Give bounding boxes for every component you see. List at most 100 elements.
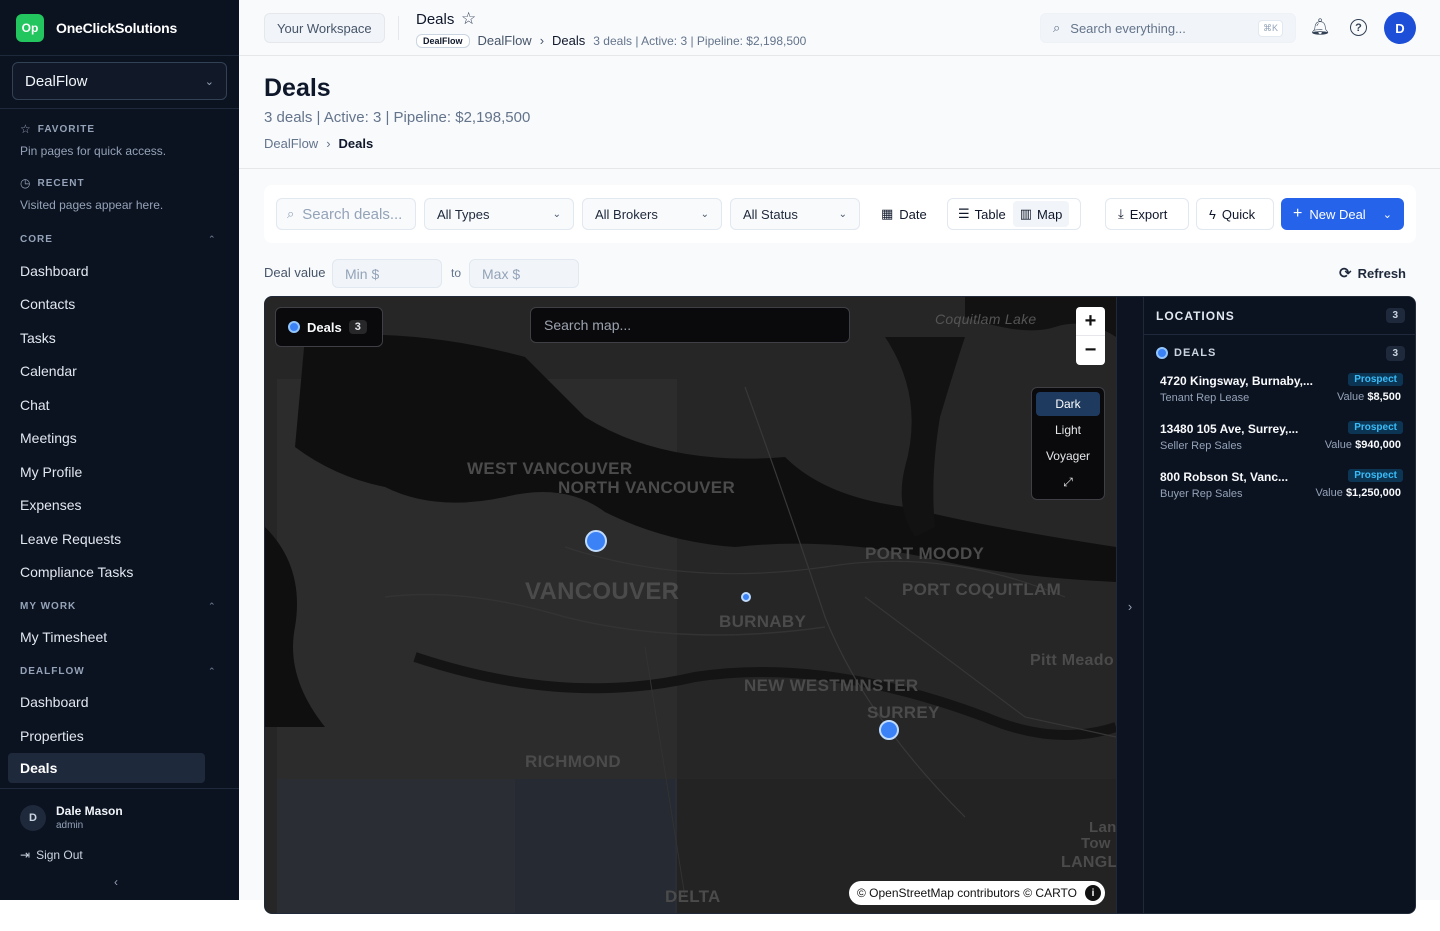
view-table-button[interactable]: ☰ Table: [951, 201, 1013, 227]
sidebar-item-calendar[interactable]: Calendar: [8, 356, 205, 386]
user-name: Dale Mason: [56, 804, 123, 818]
sidebar-item-dealflow-dashboard[interactable]: Dashboard: [8, 687, 205, 717]
map-canvas[interactable]: Coquitlam Lake WEST VANCOUVER NORTH VANC…: [265, 297, 1116, 913]
refresh-icon: ⟳: [1339, 265, 1352, 282]
chevron-up-icon: ⌃: [208, 601, 217, 611]
locations-title: LOCATIONS: [1156, 308, 1235, 323]
map-place-label: DELTA: [665, 887, 721, 906]
sidebar-item-properties[interactable]: Properties: [8, 721, 205, 751]
workspace-select[interactable]: DealFlow ⌄: [12, 62, 227, 100]
sidebar-item-tasks[interactable]: Tasks: [8, 323, 205, 353]
help-icon[interactable]: ?: [1350, 19, 1367, 36]
map-base-layer: [265, 297, 1116, 913]
quick-button[interactable]: ϟ Quick: [1196, 198, 1274, 230]
style-voyager-option[interactable]: Voyager: [1036, 444, 1100, 468]
dealflow-caption: DEALFLOW: [20, 666, 85, 677]
sidebar-item-meetings[interactable]: Meetings: [8, 423, 205, 453]
deal-type: Tenant Rep Lease: [1160, 392, 1250, 404]
my-work-caption: MY WORK: [20, 601, 77, 612]
min-value-input[interactable]: Min $: [332, 259, 442, 288]
user-panel: D Dale Mason admin ⇥ Sign Out ‹: [0, 788, 239, 900]
deal-type: Buyer Rep Sales: [1160, 488, 1243, 500]
sidebar-item-contacts[interactable]: Contacts: [8, 289, 205, 319]
new-deal-button[interactable]: + New Deal ⌄: [1281, 198, 1404, 230]
bell-icon[interactable]: 🔔︎: [1310, 17, 1330, 37]
sidebar-item-expenses[interactable]: Expenses: [8, 490, 205, 520]
date-filter-label: Date: [899, 206, 927, 222]
view-toggle: ☰ Table ▥ Map: [947, 198, 1081, 230]
deal-value-amount: $8,500: [1367, 391, 1401, 403]
map-search-input[interactable]: Search map...: [530, 307, 850, 343]
dealflow-section-toggle[interactable]: DEALFLOW ⌃: [20, 666, 220, 677]
sidebar-item-my-profile[interactable]: My Profile: [8, 457, 205, 487]
page-breadcrumb-parent[interactable]: DealFlow: [264, 136, 318, 151]
core-section-toggle[interactable]: CORE ⌃: [20, 234, 220, 245]
new-deal-label: New Deal: [1309, 206, 1366, 222]
map-style-switcher: Dark Light Voyager ⤢: [1031, 387, 1105, 500]
chevron-down-icon: ⌄: [1382, 208, 1392, 221]
expand-icon[interactable]: ⤢: [1036, 470, 1100, 494]
favorite-caption: ☆ FAVORITE: [20, 122, 95, 136]
sidebar-item-compliance-tasks[interactable]: Compliance Tasks: [8, 557, 205, 587]
style-light-option[interactable]: Light: [1036, 418, 1100, 442]
search-icon: ⌕: [1053, 20, 1061, 35]
info-icon[interactable]: i: [1085, 885, 1101, 901]
status-filter-select[interactable]: All Status ⌄: [730, 198, 860, 230]
max-value-input[interactable]: Max $: [469, 259, 579, 288]
deal-value-amount: $940,000: [1355, 439, 1401, 451]
recent-caption-text: RECENT: [37, 177, 85, 189]
breadcrumb-parent[interactable]: DealFlow: [478, 33, 532, 48]
view-map-button[interactable]: ▥ Map: [1012, 201, 1070, 227]
my-work-section-toggle[interactable]: MY WORK ⌃: [20, 601, 220, 612]
deals-group-count: 3: [1386, 345, 1405, 361]
status-badge: Prospect: [1348, 421, 1403, 434]
chevron-down-icon: ⌄: [552, 208, 561, 220]
header-divider: [239, 168, 1440, 169]
zoom-out-button[interactable]: −: [1076, 336, 1105, 365]
core-caption: CORE: [20, 234, 53, 245]
deals-group-header[interactable]: DEALS 3: [1144, 335, 1415, 371]
deal-value-label: Deal value: [264, 265, 326, 280]
your-workspace-button[interactable]: Your Workspace: [264, 13, 385, 43]
breadcrumb-current: Deals: [552, 33, 586, 48]
deal-marker-robson[interactable]: [585, 530, 607, 552]
export-button[interactable]: ⤓ Export: [1105, 198, 1189, 230]
sidebar-item-dashboard[interactable]: Dashboard: [8, 256, 205, 286]
deal-marker-surrey[interactable]: [879, 720, 899, 740]
map-place-label: Lan: [1089, 819, 1116, 836]
global-search[interactable]: ⌕ Search everything... ⌘K: [1040, 13, 1296, 43]
sidebar-item-chat[interactable]: Chat: [8, 390, 205, 420]
favorite-hint: Pin pages for quick access.: [20, 144, 167, 158]
quick-label: Quick: [1221, 206, 1256, 222]
sign-out-button[interactable]: ⇥ Sign Out: [20, 848, 83, 862]
avatar[interactable]: D: [20, 805, 46, 831]
deal-search-input[interactable]: ⌕ Search deals...: [276, 198, 416, 230]
attribution-text[interactable]: © OpenStreetMap contributors © CARTO: [857, 886, 1077, 900]
style-dark-option[interactable]: Dark: [1036, 392, 1100, 416]
app-logo[interactable]: Op: [16, 13, 44, 42]
zoom-in-button[interactable]: +: [1076, 307, 1105, 336]
deal-value: Value $940,000: [1325, 439, 1401, 451]
locations-panel: LOCATIONS 3 DEALS 3 4720 Kingsway, Burna…: [1144, 297, 1415, 913]
list-item[interactable]: 4720 Kingsway, Burnaby,... Tenant Rep Le…: [1144, 371, 1415, 419]
range-to-label: to: [451, 266, 462, 280]
sidebar-item-leave-requests[interactable]: Leave Requests: [8, 524, 205, 554]
broker-filter-value: All Brokers: [595, 206, 658, 222]
locations-header: LOCATIONS 3: [1144, 297, 1415, 335]
list-item[interactable]: 13480 105 Ave, Surrey,... Seller Rep Sal…: [1144, 419, 1415, 467]
date-filter-button[interactable]: ▦ Date: [869, 198, 939, 230]
panel-collapse-handle[interactable]: ›: [1116, 297, 1144, 913]
avatar[interactable]: D: [1384, 12, 1416, 44]
page-breadcrumb-current: Deals: [338, 136, 374, 151]
sidebar-item-my-timesheet[interactable]: My Timesheet: [8, 622, 205, 652]
broker-filter-select[interactable]: All Brokers ⌄: [582, 198, 722, 230]
chevron-left-icon[interactable]: ‹: [114, 875, 118, 889]
deal-marker-kingsway[interactable]: [741, 592, 751, 602]
deals-layer-chip[interactable]: Deals 3: [275, 307, 383, 347]
list-item[interactable]: 800 Robson St, Vanc... Buyer Rep Sales P…: [1144, 467, 1415, 515]
refresh-button[interactable]: ⟳ Refresh: [1339, 264, 1406, 282]
type-filter-select[interactable]: All Types ⌄: [424, 198, 574, 230]
sidebar-item-deals[interactable]: Deals: [8, 753, 205, 783]
map-place-label: Pitt Meado: [1030, 652, 1114, 669]
star-icon[interactable]: ☆: [461, 9, 476, 29]
